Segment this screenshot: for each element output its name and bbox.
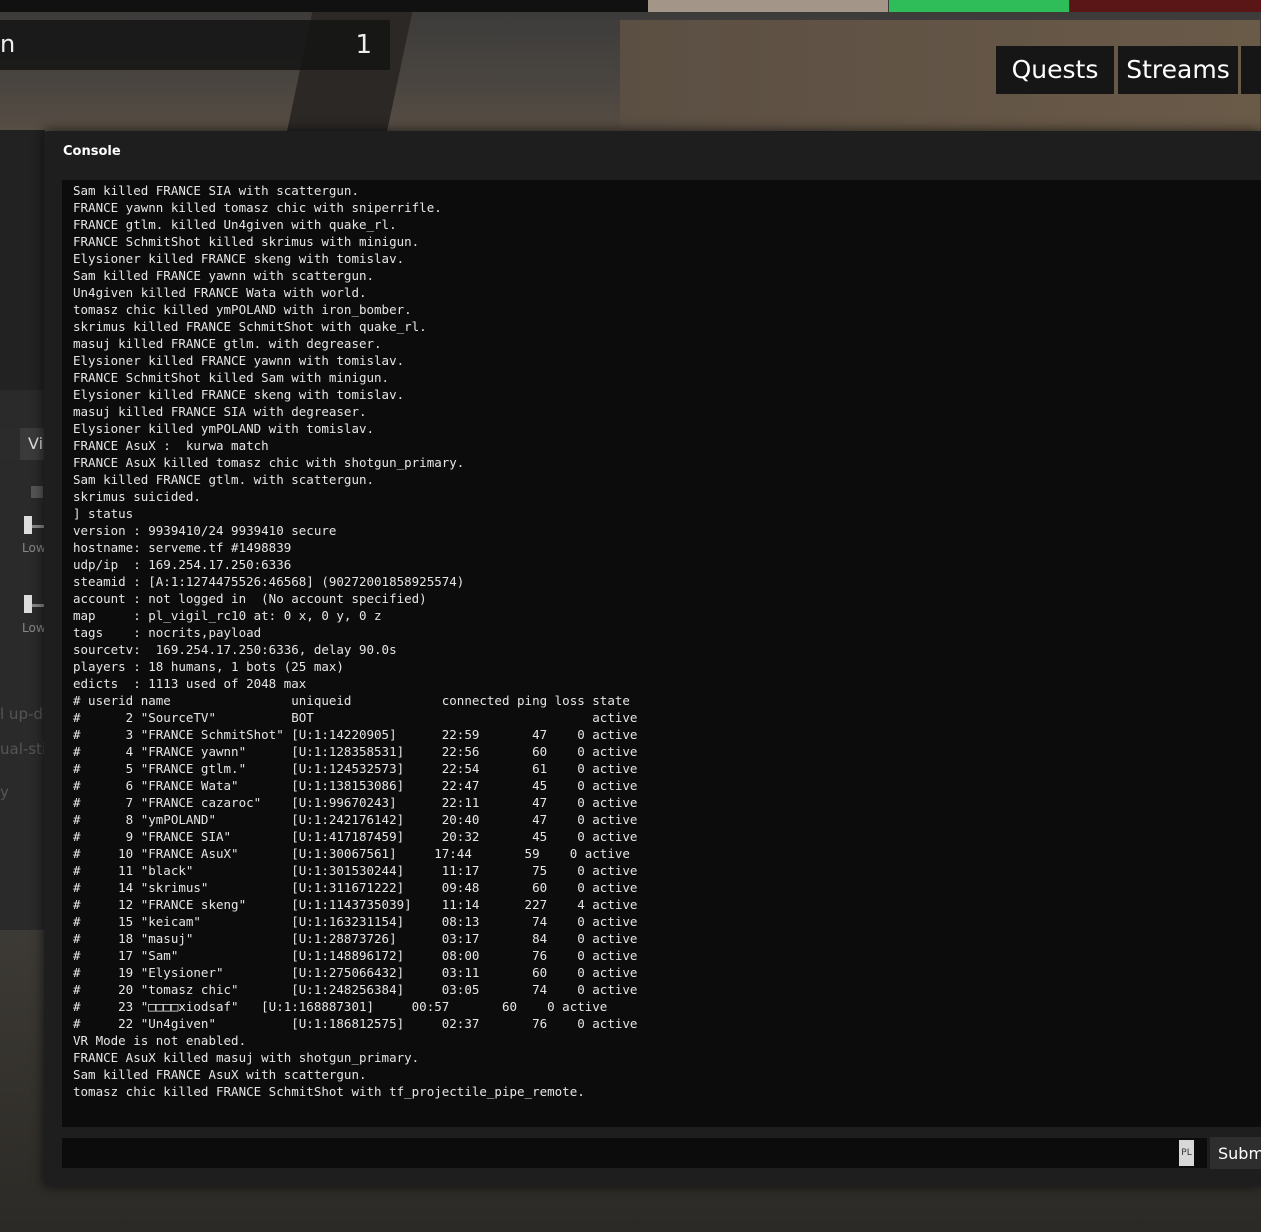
console-line: # userid name uniqueid connected ping lo… (73, 693, 630, 708)
console-line: Sam killed FRANCE SIA with scattergun. (73, 183, 359, 198)
console-window: Console Sam killed FRANCE SIA with scatt… (44, 131, 1261, 1186)
side-tab-label: Vi (28, 434, 44, 453)
console-log: Sam killed FRANCE SIA with scattergun. FR… (62, 180, 1261, 1100)
console-line: FRANCE yawnn killed tomasz chic with sni… (73, 200, 442, 215)
console-line: Elysioner killed FRANCE skeng with tomis… (73, 387, 405, 402)
console-line: sourcetv: 169.254.17.250:6336, delay 90.… (73, 642, 397, 657)
console-line: version : 9939410/24 9939410 secure (73, 523, 337, 538)
score-box: n 1 (0, 20, 390, 70)
console-line: # 3 "FRANCE SchmitShot" [U:1:14220905] 2… (73, 727, 638, 742)
left-side-panel (0, 390, 45, 930)
console-line: Sam killed FRANCE AsuX with scattergun. (73, 1067, 367, 1082)
console-line: # 18 "masuj" [U:1:28873726] 03:17 84 0 a… (73, 931, 638, 946)
hud-top-bar-tan (648, 0, 888, 12)
console-line: # 12 "FRANCE skeng" [U:1:1143735039] 11:… (73, 897, 638, 912)
console-line: tomasz chic killed FRANCE SchmitShot wit… (73, 1084, 585, 1099)
score-label: n (0, 30, 16, 58)
console-line: # 23 "□□□□xiodsaf" [U:1:168887301] 00:57… (73, 999, 608, 1014)
console-line: # 2 "SourceTV" BOT active (73, 710, 638, 725)
console-line: # 11 "black" [U:1:301530244] 11:17 75 0 … (73, 863, 638, 878)
console-output[interactable]: Sam killed FRANCE SIA with scattergun. FR… (62, 180, 1261, 1127)
input-language-badge: PL (1179, 1140, 1194, 1166)
console-line: skrimus killed FRANCE SchmitShot with qu… (73, 319, 427, 334)
console-line: # 8 "ymPOLAND" [U:1:242176142] 20:40 47 … (73, 812, 638, 827)
console-line: skrimus suicided. (73, 489, 201, 504)
score-value: 1 (355, 30, 372, 60)
console-line: hostname: serveme.tf #1498839 (73, 540, 292, 555)
console-line: # 17 "Sam" [U:1:148896172] 08:00 76 0 ac… (73, 948, 638, 963)
quests-button[interactable]: Quests (996, 46, 1114, 94)
console-line: # 4 "FRANCE yawnn" [U:1:128358531] 22:56… (73, 744, 638, 759)
console-line: edicts : 1113 used of 2048 max (73, 676, 307, 691)
console-line: # 10 "FRANCE AsuX" [U:1:30067561] 17:44 … (73, 846, 630, 861)
console-line: steamid : [A:1:1274475526:46568] (902720… (73, 574, 465, 589)
console-line: Elysioner killed FRANCE yawnn with tomis… (73, 353, 405, 368)
slider-handle-2[interactable] (24, 595, 32, 613)
console-line: Elysioner killed ymPOLAND with tomislav. (73, 421, 375, 436)
console-line: masuj killed FRANCE SIA with degreaser. (73, 404, 367, 419)
slider-label-2: Low (22, 621, 46, 635)
console-line: FRANCE gtlm. killed Un4given with quake_… (73, 217, 397, 232)
console-line: # 9 "FRANCE SIA" [U:1:417187459] 20:32 4… (73, 829, 638, 844)
side-faint-text-3: y (0, 783, 9, 801)
console-line: FRANCE SchmitShot killed skrimus with mi… (73, 234, 420, 249)
console-line: # 15 "keicam" [U:1:163231154] 08:13 74 0… (73, 914, 638, 929)
console-line: # 22 "Un4given" [U:1:186812575] 02:37 76… (73, 1016, 638, 1031)
slider-label-1: Low (22, 541, 46, 555)
console-line: map : pl_vigil_rc10 at: 0 x, 0 y, 0 z (73, 608, 382, 623)
console-line: FRANCE AsuX : kurwa match (73, 438, 269, 453)
hud-top-bar-red (1070, 0, 1261, 12)
console-line: # 7 "FRANCE cazaroc" [U:1:99670243] 22:1… (73, 795, 638, 810)
console-line: Sam killed FRANCE yawnn with scattergun. (73, 268, 375, 283)
slider-handle-1[interactable] (24, 516, 32, 534)
more-nav-button[interactable] (1241, 46, 1261, 94)
console-line: ] status (73, 506, 134, 521)
console-line: tags : nocrits,payload (73, 625, 262, 640)
console-line: FRANCE SchmitShot killed Sam with minigu… (73, 370, 390, 385)
console-line: players : 18 humans, 1 bots (25 max) (73, 659, 344, 674)
left-wall (0, 130, 45, 390)
console-line: Elysioner killed FRANCE skeng with tomis… (73, 251, 405, 266)
console-line: VR Mode is not enabled. (73, 1033, 247, 1048)
hud-top-bar-green (889, 0, 1069, 12)
console-line: tomasz chic killed ymPOLAND with iron_bo… (73, 302, 412, 317)
console-line: # 20 "tomasz chic" [U:1:248256384] 03:05… (73, 982, 638, 997)
streams-button[interactable]: Streams (1118, 46, 1238, 94)
console-line: FRANCE AsuX killed tomasz chic with shot… (73, 455, 465, 470)
console-line: FRANCE AsuX killed masuj with shotgun_pr… (73, 1050, 420, 1065)
console-line: Sam killed FRANCE gtlm. with scattergun. (73, 472, 375, 487)
submit-button[interactable]: Submit (1210, 1137, 1261, 1169)
console-line: # 5 "FRANCE gtlm." [U:1:124532573] 22:54… (73, 761, 638, 776)
hud-top-bar (0, 0, 648, 12)
console-line: # 19 "Elysioner" [U:1:275066432] 03:11 6… (73, 965, 638, 980)
console-line: # 6 "FRANCE Wata" [U:1:138153086] 22:47 … (73, 778, 638, 793)
side-tab[interactable]: Vi (0, 428, 45, 460)
console-line: masuj killed FRANCE gtlm. with degreaser… (73, 336, 382, 351)
side-checkbox[interactable] (31, 486, 43, 498)
console-line: udp/ip : 169.254.17.250:6336 (73, 557, 292, 572)
console-title: Console (63, 144, 121, 159)
console-line: account : not logged in (No account spec… (73, 591, 427, 606)
console-command-input[interactable] (62, 1138, 1207, 1168)
console-line: # 14 "skrimus" [U:1:311671222] 09:48 60 … (73, 880, 638, 895)
console-line: Un4given killed FRANCE Wata with world. (73, 285, 367, 300)
